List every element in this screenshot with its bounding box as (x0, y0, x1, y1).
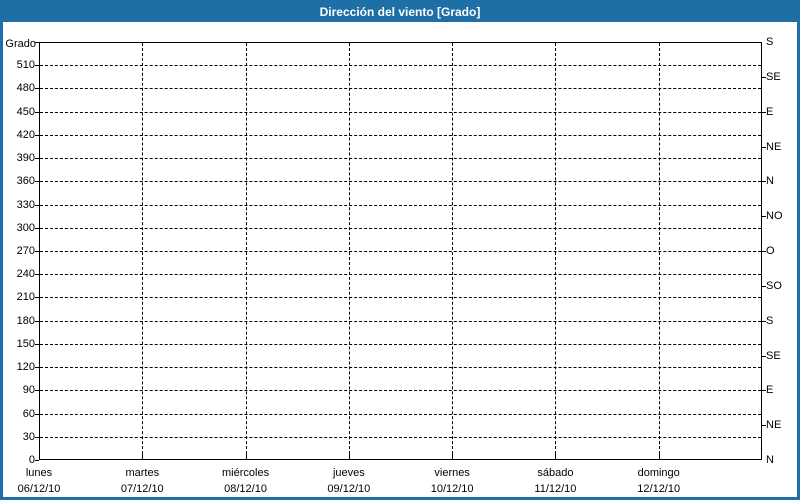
y-axis-tick (35, 134, 39, 136)
x-day-label: domingo (637, 467, 680, 479)
y-tick-label: 420 (16, 128, 35, 141)
v-gridline (142, 43, 144, 459)
y-axis-tick (35, 413, 39, 415)
x-date-label: 12/12/10 (637, 483, 681, 495)
y-tick-label: 90 (22, 384, 35, 397)
compass-tick-label: E (766, 105, 774, 118)
chart-canvas: Grado 0 30 60 90 120 150 180 210 240 270 300 330 360… (3, 22, 797, 497)
y-axis-tick (35, 343, 39, 345)
compass-tick-label: S (766, 314, 774, 327)
x-axis-tick (245, 454, 247, 459)
y-tick-label: 330 (16, 198, 35, 211)
v-gridline (348, 43, 350, 459)
y-axis-tick (35, 436, 39, 438)
h-gridline (40, 390, 761, 392)
y-axis-tick (35, 367, 39, 369)
x-axis-tick (555, 454, 557, 459)
y-tick-label: 60 (22, 407, 35, 420)
y-tick-label: 30 (22, 430, 35, 443)
v-gridline (245, 43, 247, 459)
y-tick-label: 0 (28, 454, 35, 466)
x-day-label: lunes (25, 467, 53, 479)
h-gridline (40, 274, 761, 276)
h-gridline (40, 343, 761, 345)
h-gridline (40, 297, 761, 299)
y-axis-tick (35, 320, 39, 322)
y-tick-label: 180 (16, 314, 35, 327)
y-tick-label: 210 (16, 291, 35, 304)
y-tick-label: 510 (16, 59, 35, 72)
h-gridline (40, 227, 761, 229)
x-date-label: 10/12/10 (430, 483, 474, 495)
y-axis-tick (35, 42, 39, 43)
chart-title-bar: Dirección del viento [Grado] (3, 3, 797, 22)
x-date-label: 06/12/10 (17, 483, 61, 495)
x-axis-tick (658, 454, 660, 459)
x-day-label: jueves (332, 467, 365, 479)
v-gridline (555, 43, 557, 459)
v-gridline (658, 43, 660, 459)
y-axis-tick (35, 460, 39, 461)
h-gridline (40, 134, 761, 136)
x-day-label: martes (125, 467, 160, 479)
y-axis-tick (35, 204, 39, 206)
y-axis-tick (35, 111, 39, 113)
y-axis-tick (35, 227, 39, 229)
y-axis-tick (35, 88, 39, 90)
y-tick-label: 240 (16, 268, 35, 281)
compass-tick-label: N (766, 454, 774, 466)
x-date-label: 07/12/10 (120, 483, 164, 495)
y-tick-label: 150 (16, 337, 35, 350)
y-axis-tick (35, 158, 39, 160)
compass-tick-label: SE (766, 70, 781, 83)
compass-tick-label: SE (766, 349, 781, 362)
compass-tick-label: E (766, 384, 774, 397)
y-tick-label: 390 (16, 152, 35, 165)
y-axis-tick (35, 65, 39, 67)
compass-tick-label: NE (766, 140, 782, 153)
x-date-label: 08/12/10 (224, 483, 267, 495)
compass-tick-label: S (766, 36, 774, 48)
h-gridline (40, 111, 761, 113)
compass-tick-label: NE (766, 419, 782, 432)
h-gridline (40, 251, 761, 252)
y-tick-label: 360 (16, 175, 35, 188)
x-day-label: miércoles (222, 467, 270, 479)
chart-window: Dirección del viento [Grado] Grado 0 30 60… (0, 0, 800, 500)
x-axis-tick (142, 454, 144, 459)
y-tick-label: 450 (16, 105, 35, 118)
h-gridline (40, 204, 761, 206)
h-gridline (40, 436, 761, 438)
x-axis-tick (348, 454, 350, 459)
x-day-label: viernes (434, 467, 470, 479)
h-gridline (40, 320, 761, 322)
x-day-label: sábado (537, 467, 574, 479)
h-gridline (40, 88, 761, 90)
h-gridline (40, 158, 761, 160)
h-gridline (40, 367, 761, 369)
compass-tick-label: SO (766, 279, 782, 292)
x-date-label: 11/12/10 (534, 483, 577, 495)
h-gridline (40, 181, 761, 183)
y-axis-tick (35, 390, 39, 392)
compass-tick-label: O (766, 245, 775, 257)
y-axis-tick (35, 181, 39, 183)
chart-title: Dirección del viento [Grado] (319, 5, 481, 19)
y-tick-label: 300 (16, 221, 35, 234)
y-axis-tick (35, 274, 39, 276)
compass-tick-label: NO (766, 210, 783, 223)
compass-tick-label: N (766, 175, 774, 188)
y-axis-tick (35, 251, 39, 252)
y-axis-title: Grado (5, 38, 36, 50)
y-tick-label: 480 (16, 82, 35, 95)
y-axis-tick (35, 297, 39, 299)
v-gridline (452, 43, 454, 459)
x-axis-tick (452, 454, 454, 459)
y-tick-label: 120 (16, 361, 35, 374)
y-tick-label: 270 (16, 245, 35, 257)
x-date-label: 09/12/10 (327, 483, 371, 495)
h-gridline (40, 413, 761, 415)
h-gridline (40, 65, 761, 67)
